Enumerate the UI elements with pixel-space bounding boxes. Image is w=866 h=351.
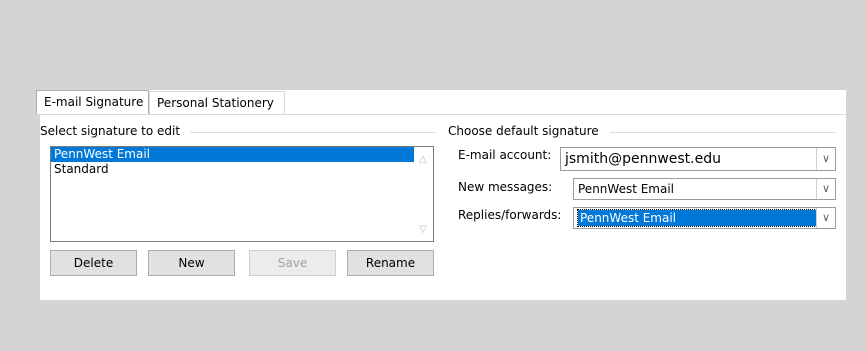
delete-button[interactable]: Delete	[50, 250, 137, 276]
replies-forwards-value: PennWest Email	[577, 209, 817, 227]
select-group-rule	[190, 132, 435, 133]
new-messages-select[interactable]: PennWest Email ∨	[573, 178, 836, 200]
new-messages-value: PennWest Email	[578, 182, 675, 196]
chevron-down-icon[interactable]: ∨	[816, 208, 835, 228]
chevron-down-icon[interactable]: ∨	[816, 148, 835, 170]
choose-default-label: Choose default signature	[448, 124, 603, 138]
signatures-dialog: E-mail Signature Personal Stationery Sel…	[36, 90, 846, 300]
new-button[interactable]: New	[148, 250, 235, 276]
list-item-pennwest-email[interactable]: PennWest Email	[51, 147, 414, 162]
replies-forwards-label: Replies/forwards:	[458, 208, 562, 222]
replies-forwards-select[interactable]: PennWest Email ∨	[573, 207, 836, 229]
select-signature-label: Select signature to edit	[40, 124, 185, 138]
email-account-value: jsmith@pennwest.edu	[565, 151, 721, 167]
email-account-label: E-mail account:	[458, 148, 552, 162]
scroll-down-icon[interactable]: ▽	[417, 225, 429, 235]
signature-list[interactable]: PennWest Email Standard △ ▽	[50, 146, 434, 242]
scroll-up-icon[interactable]: △	[417, 155, 429, 165]
default-group-rule	[610, 132, 836, 133]
tab-strip: E-mail Signature Personal Stationery	[36, 90, 846, 115]
list-item-standard[interactable]: Standard	[51, 162, 433, 177]
email-account-select[interactable]: jsmith@pennwest.edu ∨	[560, 147, 836, 171]
tab-email-signature[interactable]: E-mail Signature	[36, 90, 149, 114]
save-button[interactable]: Save	[249, 250, 336, 276]
tab-divider	[40, 114, 846, 115]
chevron-down-icon[interactable]: ∨	[816, 179, 835, 199]
tab-personal-stationery[interactable]: Personal Stationery	[149, 91, 285, 114]
new-messages-label: New messages:	[458, 180, 553, 194]
rename-button[interactable]: Rename	[347, 250, 434, 276]
